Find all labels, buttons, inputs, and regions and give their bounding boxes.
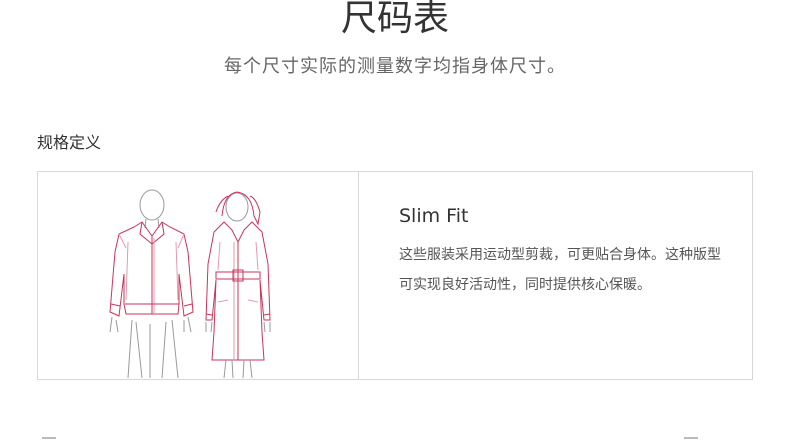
male-figure-jacket bbox=[109, 189, 194, 379]
female-figure-coat bbox=[205, 191, 271, 379]
page-title: 尺码表 bbox=[340, 0, 449, 39]
fit-name: Slim Fit bbox=[399, 205, 469, 227]
bottom-divider-fragment bbox=[684, 432, 708, 440]
fit-description-block: Slim Fit 这些服装采用运动型剪裁，可更贴合身体。这种版型可实现良好活动性… bbox=[399, 202, 729, 300]
section-heading: 规格定义 bbox=[37, 133, 102, 152]
fit-illustration bbox=[38, 172, 359, 379]
fit-description: 这些服装采用运动型剪裁，可更贴合身体。这种版型可实现良好活动性，同时提供核心保暖… bbox=[399, 247, 721, 293]
bottom-divider-fragment bbox=[42, 432, 66, 440]
slim-fit-illustration bbox=[109, 189, 271, 379]
fit-card: Slim Fit 这些服装采用运动型剪裁，可更贴合身体。这种版型可实现良好活动性… bbox=[37, 171, 753, 380]
page-subtitle: 每个尺寸实际的测量数字均指身体尺寸。 bbox=[224, 56, 566, 77]
